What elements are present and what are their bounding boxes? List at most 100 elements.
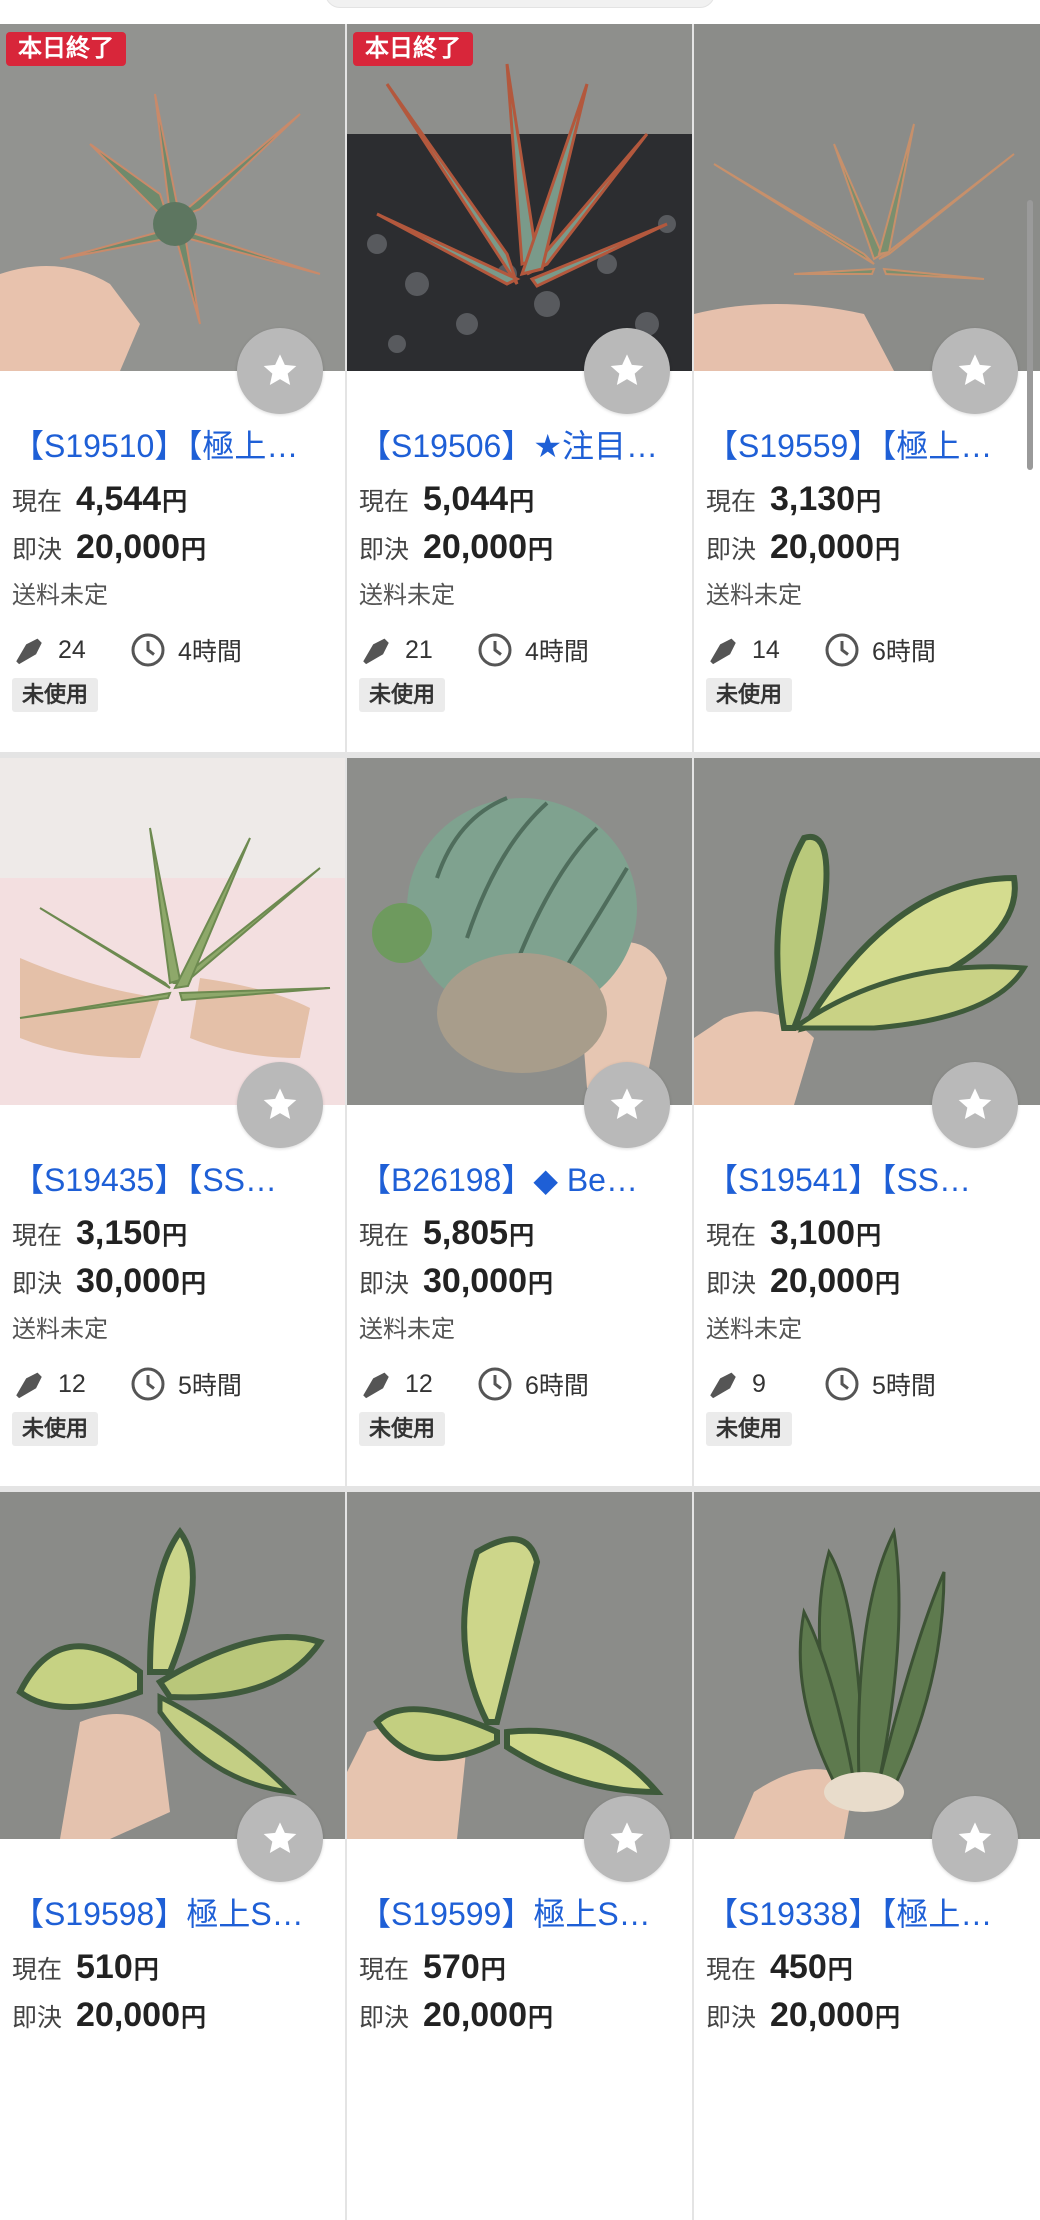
- favorite-star-button[interactable]: [584, 328, 670, 414]
- condition-badge: 未使用: [706, 1412, 793, 1446]
- potted-agave-photo: [347, 24, 692, 371]
- product-card[interactable]: 【S19598】極上S… 現在 510 円 即決 20,000 円: [0, 1492, 345, 2220]
- product-title[interactable]: 【S19599】極上S…: [359, 1894, 680, 1934]
- product-title[interactable]: 【S19435】【SS…: [12, 1160, 333, 1200]
- current-label: 現在: [359, 488, 410, 516]
- current-price: 570: [423, 1948, 480, 1986]
- current-label: 現在: [12, 488, 63, 516]
- product-title[interactable]: 【S19338】【極上…: [706, 1894, 1028, 1934]
- current-price: 5,805: [423, 1214, 509, 1252]
- product-title[interactable]: 【S19510】【極上…: [12, 426, 333, 466]
- buynow-price-row: 即決 30,000 円: [359, 1262, 680, 1308]
- current-price: 3,130: [770, 480, 856, 518]
- clock-icon: [478, 1367, 512, 1401]
- product-photo[interactable]: [694, 758, 1040, 1105]
- buynow-price-row: 即決 20,000 円: [706, 1262, 1028, 1308]
- favorite-star-button[interactable]: [932, 1062, 1018, 1148]
- product-photo[interactable]: [694, 24, 1040, 371]
- variegated-leaf-photo: [347, 1492, 692, 1839]
- current-price: 3,150: [76, 1214, 162, 1252]
- favorite-star-button[interactable]: [932, 1796, 1018, 1882]
- buynow-label: 即決: [12, 536, 63, 564]
- product-card[interactable]: 本日終了 【S19506】★注目… 現在 5,044 円 即決 20,000 円…: [347, 24, 692, 752]
- product-card[interactable]: 【B26198】◆ Be… 現在 5,805 円 即決 30,000 円 送料未…: [347, 758, 692, 1486]
- yen-unit: 円: [875, 2004, 901, 2032]
- current-label: 現在: [706, 1956, 757, 1984]
- scrollbar-thumb[interactable]: [1027, 200, 1033, 470]
- favorite-star-button[interactable]: [237, 1062, 323, 1148]
- favorite-star-button[interactable]: [584, 1062, 670, 1148]
- shipping-text: 送料未定: [706, 1316, 802, 1343]
- buynow-price: 20,000: [770, 1262, 874, 1300]
- current-label: 現在: [359, 1222, 410, 1250]
- yen-unit: 円: [181, 536, 207, 564]
- buynow-price-row: 即決 20,000 円: [706, 1996, 1028, 2042]
- star-icon: [263, 1088, 297, 1119]
- product-card[interactable]: 【S19435】【SS… 現在 3,150 円 即決 30,000 円 送料未定…: [0, 758, 345, 1486]
- buynow-label: 即決: [706, 1270, 757, 1298]
- current-price-row: 現在 5,044 円: [359, 480, 680, 526]
- condition-badge: 未使用: [12, 678, 99, 712]
- yen-unit: 円: [827, 1956, 853, 1984]
- buynow-price: 20,000: [76, 528, 180, 566]
- search-bar-edge[interactable]: [325, 0, 715, 8]
- product-title[interactable]: 【S19506】★注目…: [359, 426, 680, 466]
- buynow-price-row: 即決 20,000 円: [12, 1996, 333, 2042]
- product-photo[interactable]: [0, 1492, 345, 1839]
- clock-icon: [478, 633, 512, 667]
- product-card[interactable]: 本日終了 【S19510】【極上… 現在 4,544 円 即決 20,000 円…: [0, 24, 345, 752]
- auction-meta: 9 5時間: [706, 1364, 1028, 1404]
- shipping-text: 送料未定: [12, 582, 108, 609]
- clock-icon: [825, 633, 859, 667]
- condition-badge: 未使用: [12, 1412, 99, 1446]
- product-photo[interactable]: 本日終了: [347, 24, 692, 371]
- current-label: 現在: [12, 1222, 63, 1250]
- product-card[interactable]: 【S19559】【極上… 現在 3,130 円 即決 20,000 円 送料未定…: [694, 24, 1040, 752]
- product-title[interactable]: 【S19598】極上S…: [12, 1894, 333, 1934]
- time-remaining: 5時間: [872, 1372, 936, 1400]
- star-icon: [610, 1822, 644, 1853]
- current-label: 現在: [706, 488, 757, 516]
- favorite-star-button[interactable]: [237, 1796, 323, 1882]
- yen-unit: 円: [528, 1270, 554, 1298]
- buynow-price-row: 即決 20,000 円: [706, 528, 1028, 574]
- star-icon: [958, 1088, 992, 1119]
- buynow-price-row: 即決 20,000 円: [12, 528, 333, 574]
- product-grid: 本日終了 【S19510】【極上… 現在 4,544 円 即決 20,000 円…: [0, 24, 1040, 2220]
- star-icon: [610, 1088, 644, 1119]
- buynow-label: 即決: [12, 2004, 63, 2032]
- favorite-star-button[interactable]: [584, 1796, 670, 1882]
- favorite-star-button[interactable]: [932, 328, 1018, 414]
- current-label: 現在: [706, 1222, 757, 1250]
- ribbed-cactus-photo: [347, 758, 692, 1105]
- product-photo[interactable]: [0, 758, 345, 1105]
- product-title[interactable]: 【S19541】【SS…: [706, 1160, 1028, 1200]
- yen-unit: 円: [162, 488, 188, 516]
- product-card[interactable]: 【S19541】【SS… 現在 3,100 円 即決 20,000 円 送料未定…: [694, 758, 1040, 1486]
- buynow-price: 20,000: [770, 528, 874, 566]
- product-card[interactable]: 【S19338】【極上… 現在 450 円 即決 20,000 円: [694, 1492, 1040, 2220]
- yen-unit: 円: [875, 536, 901, 564]
- product-photo[interactable]: [347, 758, 692, 1105]
- clock-icon: [825, 1367, 859, 1401]
- yen-unit: 円: [509, 1222, 535, 1250]
- favorite-star-button[interactable]: [237, 328, 323, 414]
- yen-unit: 円: [528, 536, 554, 564]
- yen-unit: 円: [856, 1222, 882, 1250]
- product-photo[interactable]: 本日終了: [0, 24, 345, 371]
- shipping-text: 送料未定: [359, 1316, 455, 1343]
- product-title[interactable]: 【S19559】【極上…: [706, 426, 1028, 466]
- condition-badge: 未使用: [706, 678, 793, 712]
- current-label: 現在: [12, 1956, 63, 1984]
- product-title[interactable]: 【B26198】◆ Be…: [359, 1160, 680, 1200]
- current-price-row: 現在 510 円: [12, 1948, 333, 1994]
- current-price: 5,044: [423, 480, 509, 518]
- product-photo[interactable]: [347, 1492, 692, 1839]
- buynow-label: 即決: [706, 2004, 757, 2032]
- yen-unit: 円: [181, 2004, 207, 2032]
- product-card[interactable]: 【S19599】極上S… 現在 570 円 即決 20,000 円: [347, 1492, 692, 2220]
- current-price: 510: [76, 1948, 133, 1986]
- buynow-label: 即決: [359, 536, 410, 564]
- gavel-icon: [363, 638, 389, 665]
- product-photo[interactable]: [694, 1492, 1040, 1839]
